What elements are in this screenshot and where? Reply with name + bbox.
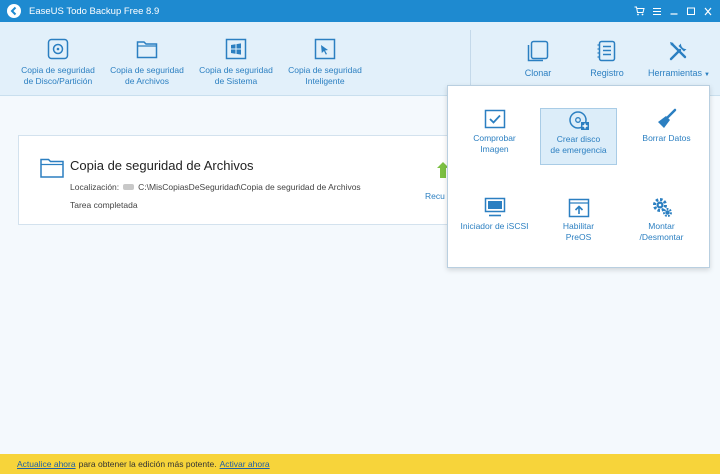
activate-now-link[interactable]: Activar ahora <box>220 459 270 469</box>
location-label: Localización: <box>70 182 120 192</box>
title-bar: EaseUS Todo Backup Free 8.9 <box>0 0 720 22</box>
update-now-link[interactable]: Actualice ahora <box>17 459 76 469</box>
check-image-menu-item[interactable]: Comprobar Imagen <box>456 108 533 165</box>
emergency-disk-menu-item[interactable]: Crear disco de emergencia <box>540 108 617 165</box>
smart-backup-label-line1: Copia de seguridad <box>288 65 362 75</box>
brush-icon <box>656 108 678 130</box>
app-logo-icon <box>7 4 21 18</box>
wipe-data-menu-item[interactable]: Borrar Datos <box>628 108 705 165</box>
check-image-label-line2: Imagen <box>480 143 509 154</box>
chevron-down-icon: ▼ <box>704 72 710 78</box>
tools-button[interactable]: Herramientas ▼ <box>644 40 714 78</box>
check-image-icon <box>484 108 506 130</box>
emergency-disk-label-line1: Crear disco <box>556 134 601 144</box>
log-label: Registro <box>590 68 624 78</box>
log-button[interactable]: Registro <box>582 40 632 78</box>
file-backup-label-line2: de Archivos <box>125 75 169 86</box>
menu-icon[interactable] <box>648 3 665 19</box>
system-backup-label-line1: Copia de seguridad <box>199 65 273 75</box>
upgrade-message: para obtener la edición más potente. <box>78 459 217 469</box>
log-icon <box>596 40 618 62</box>
disk-backup-label-line1: Copia de seguridad <box>21 65 95 75</box>
location-path: C:\MisCopiasDeSeguridad\Copia de segurid… <box>138 182 361 192</box>
task-location: Localización: C:\MisCopiasDeSeguridad\Co… <box>70 182 361 192</box>
iscsi-initiator-menu-item[interactable]: Iniciador de iSCSI <box>456 196 533 253</box>
disk-partition-backup-button[interactable]: Copia de seguridad de Disco/Partición <box>15 38 101 86</box>
tools-icon <box>668 40 690 62</box>
disk-backup-label-line2: de Disco/Partición <box>23 75 93 86</box>
mount-unmount-label-line1: Montar <box>648 221 675 231</box>
recover-button[interactable]: Recu <box>425 191 445 201</box>
folder-icon <box>136 38 158 60</box>
cursor-icon <box>314 38 336 60</box>
clone-icon <box>527 40 549 62</box>
close-button[interactable] <box>699 3 716 19</box>
minimize-button[interactable] <box>665 3 682 19</box>
check-image-label-line1: Comprobar <box>473 133 516 143</box>
iscsi-initiator-label: Iniciador de iSCSI <box>460 221 529 231</box>
task-folder-icon <box>40 158 64 178</box>
main-area: Copia de seguridad de Archivos Localizac… <box>0 85 720 454</box>
emergency-disk-icon <box>568 109 590 131</box>
emergency-disk-label-line2: de emergencia <box>550 144 607 155</box>
gear-icon <box>651 196 673 218</box>
system-backup-button[interactable]: Copia de seguridad de Sistema <box>193 38 279 86</box>
task-title: Copia de seguridad de Archivos <box>70 158 254 173</box>
windows-icon <box>225 38 247 60</box>
clone-button[interactable]: Clonar <box>513 40 563 78</box>
task-status: Tarea completada <box>70 200 138 210</box>
system-backup-label-line2: de Sistema <box>214 75 258 86</box>
smart-backup-label-line2: Inteligente <box>305 75 345 86</box>
smart-backup-button[interactable]: Copia de seguridad Inteligente <box>282 38 368 86</box>
disk-backup-icon <box>47 38 69 60</box>
tools-dropdown: Comprobar Imagen Crear disco de emergenc… <box>447 85 710 268</box>
backup-task-card[interactable]: Copia de seguridad de Archivos Localizac… <box>18 135 468 225</box>
file-backup-label-line1: Copia de seguridad <box>110 65 184 75</box>
upgrade-bar: Actualice ahora para obtener la edición … <box>0 454 720 474</box>
toolbar-divider <box>470 30 471 88</box>
window-title: EaseUS Todo Backup Free 8.9 <box>29 5 160 17</box>
maximize-button[interactable] <box>682 3 699 19</box>
clone-label: Clonar <box>524 68 552 78</box>
cart-icon[interactable] <box>631 3 648 19</box>
enable-preos-label-line1: Habilitar <box>562 221 595 231</box>
mount-unmount-menu-item[interactable]: Montar /Desmontar <box>623 196 700 253</box>
drive-icon <box>123 184 135 190</box>
preos-icon <box>568 196 590 218</box>
enable-preos-menu-item[interactable]: Habilitar PreOS <box>540 196 617 253</box>
wipe-data-label: Borrar Datos <box>642 133 691 143</box>
tools-label: Herramientas <box>648 68 703 78</box>
monitor-icon <box>484 196 506 218</box>
file-backup-button[interactable]: Copia de seguridad de Archivos <box>104 38 190 86</box>
enable-preos-label-line2: PreOS <box>565 231 592 242</box>
mount-unmount-label-line2: /Desmontar <box>639 231 684 242</box>
